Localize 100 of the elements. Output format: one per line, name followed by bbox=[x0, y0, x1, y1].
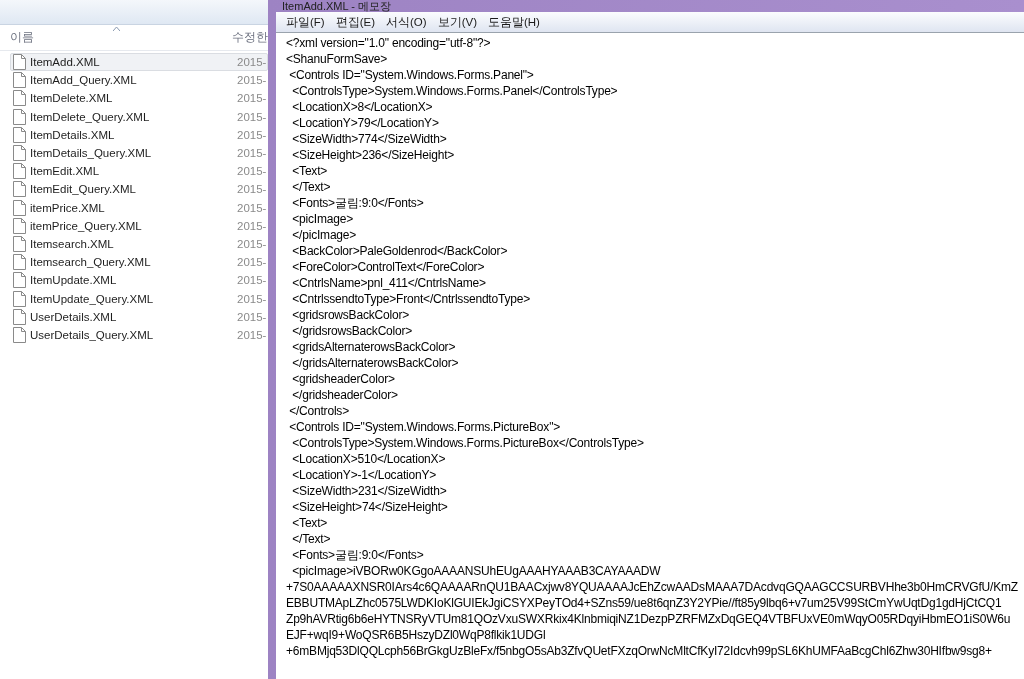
file-name: ItemDetails.XML bbox=[30, 128, 116, 141]
file-row[interactable]: itemPrice.XML 2015- bbox=[10, 198, 268, 217]
text-line: </gridsrowsBackColor> bbox=[291, 323, 413, 339]
file-date: 2015- bbox=[237, 128, 267, 141]
file-name: ItemDetails_Query.XML bbox=[30, 147, 153, 160]
file-icon bbox=[13, 326, 26, 343]
file-row[interactable]: ItemUpdate.XML 2015- bbox=[10, 271, 268, 290]
file-icon bbox=[13, 272, 26, 289]
text-line: <LocationY>-1</LocationY> bbox=[291, 467, 437, 483]
file-row[interactable]: ItemUpdate_Query.XML 2015- bbox=[10, 289, 268, 308]
text-line: </gridsheaderColor> bbox=[291, 387, 398, 403]
text-line: <SizeWidth>231</SizeWidth> bbox=[291, 483, 447, 499]
text-line: <LocationY>79</LocationY> bbox=[291, 115, 439, 131]
file-name: ItemEdit.XML bbox=[30, 165, 101, 178]
file-icon bbox=[13, 217, 26, 234]
text-line: EJF+wqI9+WoQSR6B5HszyDZl0WqP8flkik1UDGl bbox=[286, 627, 546, 643]
text-line: <picImage> bbox=[291, 211, 353, 227]
text-line: <Text> bbox=[291, 515, 328, 531]
text-line: <?xml version="1.0" encoding="utf-8"?> bbox=[286, 35, 491, 51]
file-name: ItemAdd_Query.XML bbox=[30, 74, 138, 87]
file-icon bbox=[13, 308, 26, 325]
menu-item[interactable]: 보기(V) bbox=[437, 14, 477, 30]
file-row[interactable]: ItemEdit_Query.XML 2015- bbox=[10, 180, 268, 199]
file-date: 2015- bbox=[237, 256, 267, 269]
text-line: <Controls ID="System.Windows.Forms.PictureBox"> bbox=[288, 419, 560, 435]
file-name: itemPrice.XML bbox=[30, 201, 106, 214]
text-line: <SizeHeight>236</SizeHeight> bbox=[291, 147, 455, 163]
text-line: <LocationX>8</LocationX> bbox=[291, 99, 433, 115]
file-name: itemPrice_Query.XML bbox=[30, 219, 143, 232]
file-icon bbox=[13, 199, 26, 216]
file-name: ItemAdd.XML bbox=[30, 56, 101, 69]
file-date: 2015- bbox=[237, 183, 267, 196]
menu-item[interactable]: 편집(E) bbox=[335, 14, 376, 30]
text-line: <LocationX>510</LocationX> bbox=[291, 451, 446, 467]
file-date: 2015- bbox=[237, 165, 267, 178]
file-row[interactable]: ItemAdd.XML 2015- bbox=[10, 53, 268, 72]
text-line: </gridsAlternaterowsBackColor> bbox=[291, 355, 459, 371]
file-date: 2015- bbox=[237, 274, 267, 287]
file-date: 2015- bbox=[237, 201, 267, 214]
menu-item[interactable]: 서식(O) bbox=[386, 14, 427, 30]
file-name: ItemEdit_Query.XML bbox=[30, 183, 137, 196]
text-line: <gridsAlternaterowsBackColor> bbox=[291, 339, 456, 355]
file-name: ItemDelete.XML bbox=[30, 92, 114, 105]
file-row[interactable]: ItemDetails_Query.XML 2015- bbox=[10, 143, 268, 163]
file-date: 2015- bbox=[237, 56, 267, 69]
text-line: <CntrlsName>pnl_411</CntrlsName> bbox=[291, 275, 486, 291]
file-date: 2015- bbox=[237, 219, 267, 232]
text-line: <ForeColor>ControlText</ForeColor> bbox=[291, 259, 485, 275]
file-date: 2015- bbox=[237, 310, 267, 323]
file-name: ItemUpdate_Query.XML bbox=[30, 292, 155, 305]
text-line: </Controls> bbox=[288, 403, 349, 419]
file-icon bbox=[13, 72, 26, 89]
file-icon bbox=[13, 235, 26, 252]
text-area[interactable] bbox=[276, 33, 1024, 679]
text-line: <Fonts>굴림:9:0</Fonts> bbox=[291, 547, 424, 563]
text-line: EBBUTMApLZhc0575LWDKIoKlGUIEkJgiCSYXPeyTOd4+SZns59/ue8t6qnZ3Y2YPie//ft85y9lbq6+v7um25V99StCmYwUqtDg1gdHjCtCQ1 bbox=[286, 595, 1002, 611]
file-icon bbox=[13, 108, 26, 125]
text-line: <Controls ID="System.Windows.Forms.Panel"> bbox=[288, 67, 534, 83]
file-row[interactable]: ItemDelete_Query.XML 2015- bbox=[10, 107, 268, 126]
text-line: Zp9hAVRtig6b6eHYTNSRyVTUm81QOzVxuSWXRkix4KlnbmiqiNZ1DezpPZRFMZxDqGEQ4VTBFUxVE0mWqyO05RDqyiHbmEO1iS0W6u bbox=[286, 611, 1011, 627]
file-icon bbox=[13, 163, 26, 180]
text-line: <picImage>iVBORw0KGgoAAAANSUhEUgAAAHYAAAB3CAYAAADW bbox=[291, 563, 661, 579]
file-row[interactable]: Itemsearch.XML 2015- bbox=[10, 234, 268, 254]
file-row[interactable]: ItemDelete.XML 2015- bbox=[10, 89, 268, 108]
file-row[interactable]: UserDetails.XML 2015- bbox=[10, 307, 268, 326]
text-line: <gridsheaderColor> bbox=[291, 371, 395, 387]
column-header[interactable]: 수정한 bbox=[232, 29, 268, 46]
menu-item[interactable]: 파일(F) bbox=[286, 14, 325, 30]
text-line: </Text> bbox=[291, 531, 331, 547]
file-name: Itemsearch.XML bbox=[30, 237, 115, 250]
text-line: <gridsrowsBackColor> bbox=[291, 307, 409, 323]
file-date: 2015- bbox=[237, 92, 267, 105]
file-icon bbox=[13, 54, 26, 71]
file-row[interactable]: itemPrice_Query.XML 2015- bbox=[10, 216, 268, 235]
file-row[interactable]: ItemEdit.XML 2015- bbox=[10, 162, 268, 181]
text-line: <Text> bbox=[291, 163, 328, 179]
text-line: <ControlsType>System.Windows.Forms.PictureBox</ControlsType> bbox=[291, 435, 644, 451]
file-icon bbox=[13, 290, 26, 307]
text-line: </Text> bbox=[291, 179, 331, 195]
file-name: UserDetails.XML bbox=[30, 310, 118, 323]
file-icon bbox=[13, 90, 26, 107]
file-icon bbox=[13, 145, 26, 162]
text-line: <ControlsType>System.Windows.Forms.Panel</ControlsType> bbox=[291, 83, 618, 99]
text-line: <Fonts>굴림:9:0</Fonts> bbox=[291, 195, 424, 211]
file-row[interactable]: ItemAdd_Query.XML 2015- bbox=[10, 71, 268, 90]
file-row[interactable]: Itemsearch_Query.XML 2015- bbox=[10, 253, 268, 272]
file-icon bbox=[13, 126, 26, 143]
file-icon bbox=[13, 254, 26, 271]
file-row[interactable]: UserDetails_Query.XML 2015- bbox=[10, 325, 268, 344]
file-date: 2015- bbox=[237, 237, 267, 250]
text-line: <SizeHeight>74</SizeHeight> bbox=[291, 499, 448, 515]
file-date: 2015- bbox=[237, 110, 267, 123]
text-line: </picImage> bbox=[291, 227, 357, 243]
file-icon bbox=[13, 181, 26, 198]
file-name: ItemUpdate.XML bbox=[30, 274, 118, 287]
column-header[interactable]: 이름 bbox=[10, 29, 232, 46]
window-title: ItemAdd.XML - 메모장 bbox=[282, 1, 391, 12]
text-line: <SizeWidth>774</SizeWidth> bbox=[291, 131, 447, 147]
menu-item[interactable]: 도움말(H) bbox=[488, 14, 540, 30]
file-row[interactable]: ItemDetails.XML 2015- bbox=[10, 125, 268, 144]
